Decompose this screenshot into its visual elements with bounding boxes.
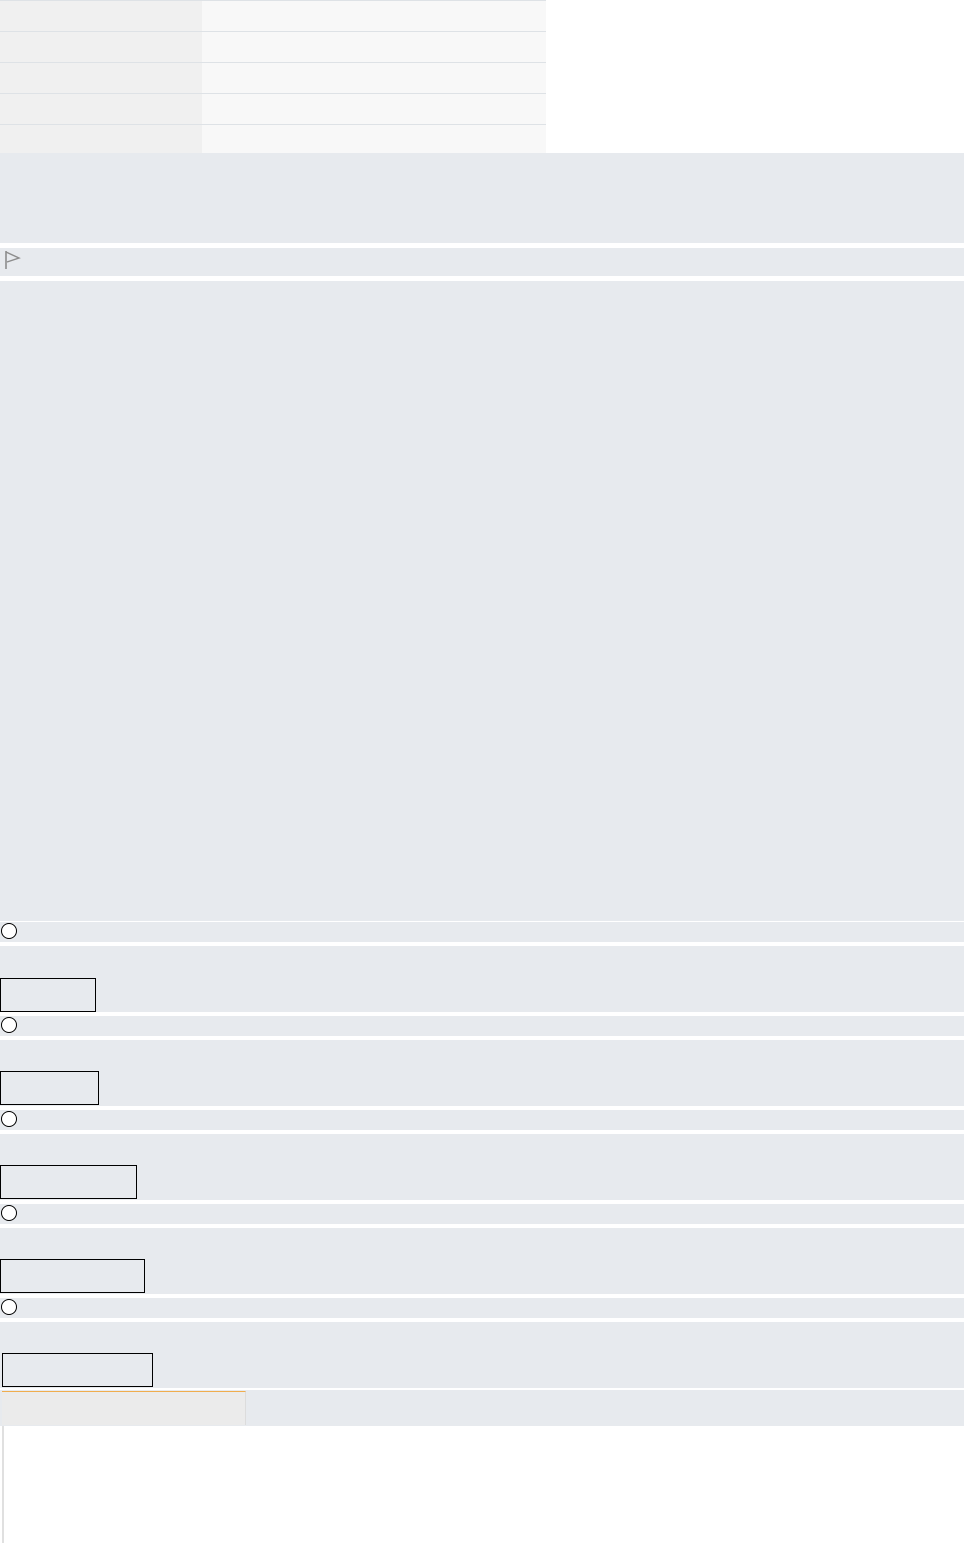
answer-label-box[interactable]	[0, 1071, 99, 1105]
answer-label-block	[0, 1322, 964, 1388]
summary-row	[0, 62, 546, 94]
question-text-area	[0, 281, 964, 921]
answer-label-block	[0, 1134, 964, 1200]
answer-label-block	[0, 1228, 964, 1294]
answer-label-block	[0, 946, 964, 1012]
answer-label-box[interactable]	[0, 1165, 137, 1199]
answer-option[interactable]	[0, 1016, 964, 1036]
summary-value	[202, 93, 546, 125]
answer-option[interactable]	[0, 1204, 964, 1224]
summary-row	[0, 93, 546, 125]
answer-label-block	[0, 1040, 964, 1106]
summary-row	[0, 0, 546, 32]
question-info	[0, 153, 964, 243]
answer-label-box[interactable]	[2, 1353, 153, 1387]
radio-button[interactable]	[1, 1205, 17, 1221]
summary-label	[0, 93, 202, 125]
quiz-page	[0, 0, 964, 1543]
radio-button[interactable]	[1, 1111, 17, 1127]
navigation-tab[interactable]	[2, 1391, 246, 1425]
radio-button[interactable]	[1, 923, 17, 939]
summary-value	[202, 124, 546, 155]
quiz-summary-table	[0, 0, 546, 155]
summary-label	[0, 62, 202, 94]
answer-label-box[interactable]	[0, 1259, 145, 1293]
flag-question-bar	[0, 248, 964, 276]
quiz-navigation-bar	[0, 1390, 964, 1426]
summary-value	[202, 31, 546, 63]
radio-button[interactable]	[1, 1299, 17, 1315]
summary-row	[0, 124, 546, 155]
radio-button[interactable]	[1, 1017, 17, 1033]
answer-option[interactable]	[0, 1298, 964, 1318]
summary-value	[202, 62, 546, 94]
answer-option[interactable]	[0, 922, 964, 942]
summary-row	[0, 31, 546, 63]
flag-icon[interactable]	[3, 250, 21, 270]
answer-label-box[interactable]	[0, 978, 96, 1012]
answer-option[interactable]	[0, 1110, 964, 1130]
summary-label	[0, 31, 202, 63]
summary-label	[0, 124, 202, 155]
navigation-panel	[2, 1426, 964, 1543]
summary-value	[202, 0, 546, 32]
summary-label	[0, 0, 202, 32]
